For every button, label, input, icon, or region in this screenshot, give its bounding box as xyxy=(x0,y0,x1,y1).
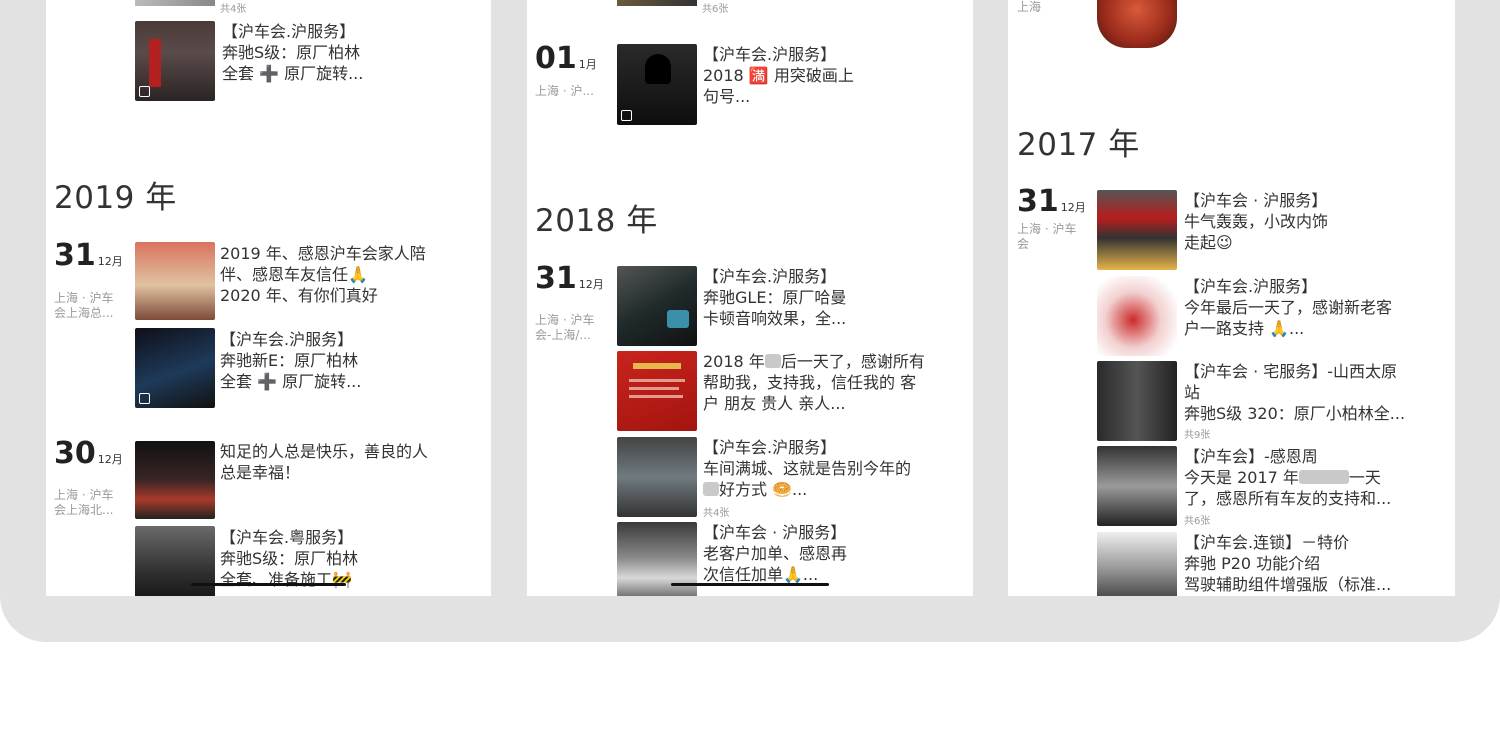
blurred-text xyxy=(703,482,719,496)
location-label: 上海 · 沪车 会上海总... xyxy=(54,291,114,320)
multi-photo-icon xyxy=(139,393,150,404)
post-thumbnail[interactable] xyxy=(135,328,215,408)
post-thumbnail[interactable] xyxy=(135,0,215,6)
post-thumbnail[interactable] xyxy=(617,44,697,125)
date-label: 01 1月 xyxy=(535,41,597,76)
post-text[interactable]: 【沪车会.连锁】－特价 奔驰 P20 功能介绍 驾驶辅助组件增强版（标准... xyxy=(1184,532,1434,595)
post-text[interactable]: 2018 年后一天了，感谢所有 帮助我，支持我，信任我的 客 户 朋友 贵人 亲… xyxy=(703,351,938,414)
post-thumbnail[interactable] xyxy=(617,351,697,431)
timeline-panel-1[interactable]: 共4张 【沪车会.沪服务】 奔驰S级：原厂柏林 全套 ➕ 原厂旋转... 201… xyxy=(46,0,491,596)
post-thumbnail[interactable] xyxy=(1097,361,1177,441)
blurred-text xyxy=(1298,470,1349,484)
post-text[interactable]: 2019 年、感恩沪车会家人陪 伴、感恩车友信任🙏 2020 年、有你们真好 xyxy=(220,243,455,306)
post-thumbnail[interactable] xyxy=(1097,276,1177,356)
photo-count: 共6张 xyxy=(702,4,729,15)
location-label: 上海 · 沪车 会-上海/... xyxy=(535,313,595,342)
timeline-panel-2[interactable]: 共6张 01 1月 上海 · 沪... 【沪车会.沪服务】 2018 🈵 用突破画… xyxy=(527,0,973,596)
post-text[interactable]: 【沪车会 · 沪服务】 老客户加单、感恩再 次信任加单🙏... xyxy=(703,522,938,585)
post-text[interactable]: 【沪车会.沪服务】 奔驰GLE：原厂哈曼 卡顿音响效果，全... xyxy=(703,266,938,329)
blurred-text xyxy=(764,354,781,368)
photo-count: 共4张 xyxy=(703,508,730,519)
timeline-panel-3[interactable]: 上海 2017 年 31 12月 上海 · 沪车 会 【沪车会 · 沪服务】 牛气… xyxy=(1008,0,1455,596)
home-indicator[interactable] xyxy=(671,583,829,586)
photo-count: 共4张 xyxy=(220,4,247,15)
post-text[interactable]: 【沪车会.粤服务】 奔驰S级：原厂柏林 全套、准备施工🚧 xyxy=(220,527,455,590)
post-text[interactable]: 【沪车会.沪服务】 今年最后一天了，感谢新老客 户一路支持 🙏... xyxy=(1184,276,1419,339)
post-text[interactable]: 【沪车会】-感恩周 今天是 2017 年一天 了，感恩所有车友的支持和... xyxy=(1184,446,1434,509)
post-line: 【沪车会.沪服务】 xyxy=(222,22,356,41)
post-text[interactable]: 【沪车会.沪服务】 2018 🈵 用突破画上 句号... xyxy=(703,44,938,107)
post-thumbnail[interactable] xyxy=(1097,190,1177,270)
photo-count: 共9张 xyxy=(1184,430,1211,441)
post-thumbnail[interactable] xyxy=(617,266,697,346)
post-line: 全套 ➕ 原厂旋转... xyxy=(222,64,364,83)
post-text[interactable]: 知足的人总是快乐，善良的人 总是幸福！ xyxy=(220,441,455,483)
date-label: 30 12月 xyxy=(54,436,123,471)
location-label: 上海 · 沪... xyxy=(535,84,594,98)
post-thumbnail[interactable] xyxy=(135,21,215,101)
post-text[interactable]: 【沪车会.沪服务】 奔驰新E：原厂柏林 全套 ➕ 原厂旋转... xyxy=(220,329,455,392)
post-thumbnail[interactable] xyxy=(1097,446,1177,526)
post-text[interactable]: 【沪车会 · 宅服务】-山西太原 站 奔驰S级 320：原厂小柏林全... xyxy=(1184,361,1434,424)
year-heading: 2017 年 xyxy=(1017,127,1140,163)
date-label: 31 12月 xyxy=(1017,184,1086,219)
location-label: 上海 · 沪车 会上海北... xyxy=(54,488,114,517)
post-thumbnail[interactable] xyxy=(1097,0,1177,48)
post-line: 奔驰S级：原厂柏林 xyxy=(222,43,361,62)
post-thumbnail[interactable] xyxy=(135,242,215,320)
location-label: 上海 xyxy=(1017,0,1042,14)
post-thumbnail[interactable] xyxy=(617,437,697,517)
home-indicator[interactable] xyxy=(191,583,346,586)
date-label: 31 12月 xyxy=(535,261,604,296)
post-text[interactable]: 【沪车会.沪服务】 车间满城、这就是告别今年的 好方式 🥯... xyxy=(703,437,938,500)
photo-count: 共6张 xyxy=(1184,516,1211,527)
post-text[interactable]: 【沪车会 · 沪服务】 牛气轰轰，小改内饰 走起😉 xyxy=(1184,190,1419,253)
post-thumbnail[interactable] xyxy=(135,441,215,519)
post-thumbnail[interactable] xyxy=(617,0,697,6)
post-text[interactable]: 【沪车会.沪服务】 奔驰S级：原厂柏林 全套 ➕ 原厂旋转... xyxy=(222,21,457,84)
post-thumbnail[interactable] xyxy=(1097,532,1177,596)
date-label: 31 12月 xyxy=(54,238,123,273)
year-heading: 2018 年 xyxy=(535,203,658,239)
multi-photo-icon xyxy=(139,86,150,97)
location-label: 上海 · 沪车 会 xyxy=(1017,222,1077,251)
multi-photo-icon xyxy=(621,110,632,121)
year-heading: 2019 年 xyxy=(54,180,177,216)
